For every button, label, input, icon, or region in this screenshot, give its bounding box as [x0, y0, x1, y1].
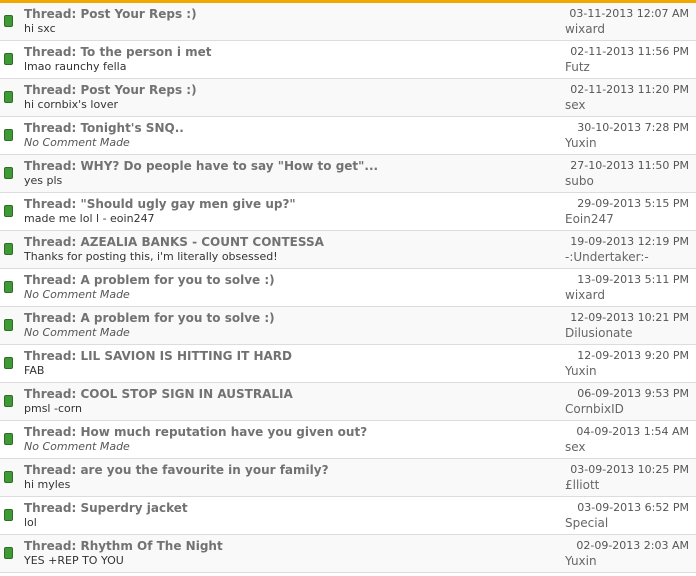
reputation-bullet-icon — [4, 167, 13, 179]
reputation-date: 13-09-2013 5:11 PM — [577, 273, 689, 286]
user-link[interactable]: sex — [565, 440, 586, 454]
reputation-bullet-icon — [4, 509, 13, 521]
reputation-date: 02-11-2013 11:20 PM — [570, 83, 689, 96]
reputation-comment: No Comment Made — [24, 326, 130, 339]
reputation-bullet-icon — [4, 471, 13, 483]
reputation-bullet-icon — [4, 357, 13, 369]
reputation-row: Thread: Post Your Reps :) hi sxc 03-11-2… — [0, 3, 696, 41]
reputation-row: Thread: are you the favourite in your fa… — [0, 459, 696, 497]
reputation-list: Thread: Post Your Reps :) hi sxc 03-11-2… — [0, 3, 696, 573]
user-link[interactable]: Yuxin — [565, 554, 597, 568]
user-link[interactable]: Yuxin — [565, 364, 597, 378]
user-link[interactable]: Special — [565, 516, 608, 530]
reputation-bullet-icon — [4, 395, 13, 407]
reputation-row: Thread: A problem for you to solve :) No… — [0, 307, 696, 345]
reputation-bullet-icon — [4, 319, 13, 331]
reputation-date: 03-09-2013 10:25 PM — [570, 463, 689, 476]
thread-link[interactable]: Thread: Tonight's SNQ.. — [24, 121, 184, 135]
thread-link[interactable]: Thread: LIL SAVION IS HITTING IT HARD — [24, 349, 292, 363]
reputation-bullet-icon — [4, 15, 13, 27]
thread-link[interactable]: Thread: WHY? Do people have to say "How … — [24, 159, 378, 173]
thread-link[interactable]: Thread: COOL STOP SIGN IN AUSTRALIA — [24, 387, 293, 401]
reputation-date: 12-09-2013 9:20 PM — [577, 349, 689, 362]
reputation-comment: made me lol l - eoin247 — [24, 212, 155, 225]
reputation-comment: yes pls — [24, 174, 63, 187]
reputation-date: 06-09-2013 9:53 PM — [577, 387, 689, 400]
reputation-comment: No Comment Made — [24, 440, 130, 453]
reputation-comment: lol — [24, 516, 37, 529]
reputation-date: 03-11-2013 12:07 AM — [569, 7, 689, 20]
reputation-date: 02-09-2013 2:03 AM — [576, 539, 689, 552]
reputation-comment: No Comment Made — [24, 136, 130, 149]
reputation-comment: hi sxc — [24, 22, 56, 35]
reputation-bullet-icon — [4, 547, 13, 559]
reputation-row: Thread: Post Your Reps :) hi cornbix's l… — [0, 79, 696, 117]
reputation-date: 03-09-2013 6:52 PM — [577, 501, 689, 514]
user-link[interactable]: -:Undertaker:- — [565, 250, 649, 264]
reputation-comment: YES +REP TO YOU — [24, 554, 124, 567]
reputation-date: 27-10-2013 11:50 PM — [570, 159, 689, 172]
reputation-row: Thread: COOL STOP SIGN IN AUSTRALIA pmsl… — [0, 383, 696, 421]
thread-link[interactable]: Thread: Post Your Reps :) — [24, 7, 197, 21]
user-link[interactable]: Yuxin — [565, 136, 597, 150]
user-link[interactable]: wixard — [565, 22, 605, 36]
thread-link[interactable]: Thread: "Should ugly gay men give up?" — [24, 197, 296, 211]
reputation-comment: FAB — [24, 364, 45, 377]
reputation-bullet-icon — [4, 91, 13, 103]
user-link[interactable]: Eoin247 — [565, 212, 614, 226]
thread-link[interactable]: Thread: Superdry jacket — [24, 501, 188, 515]
user-link[interactable]: Futz — [565, 60, 590, 74]
reputation-row: Thread: AZEALIA BANKS - COUNT CONTESSA T… — [0, 231, 696, 269]
reputation-row: Thread: Superdry jacket lol 03-09-2013 6… — [0, 497, 696, 535]
thread-link[interactable]: Thread: are you the favourite in your fa… — [24, 463, 329, 477]
thread-link[interactable]: Thread: A problem for you to solve :) — [24, 311, 275, 325]
user-link[interactable]: subo — [565, 174, 594, 188]
reputation-bullet-icon — [4, 433, 13, 445]
reputation-bullet-icon — [4, 243, 13, 255]
thread-link[interactable]: Thread: How much reputation have you giv… — [24, 425, 367, 439]
reputation-row: Thread: A problem for you to solve :) No… — [0, 269, 696, 307]
reputation-comment: hi myles — [24, 478, 71, 491]
thread-link[interactable]: Thread: Post Your Reps :) — [24, 83, 197, 97]
reputation-bullet-icon — [4, 205, 13, 217]
thread-link[interactable]: Thread: Rhythm Of The Night — [24, 539, 223, 553]
user-link[interactable]: sex — [565, 98, 586, 112]
reputation-row: Thread: Tonight's SNQ.. No Comment Made … — [0, 117, 696, 155]
reputation-date: 12-09-2013 10:21 PM — [570, 311, 689, 324]
reputation-comment: No Comment Made — [24, 288, 130, 301]
reputation-row: Thread: Rhythm Of The Night YES +REP TO … — [0, 535, 696, 573]
reputation-comment: hi cornbix's lover — [24, 98, 118, 111]
reputation-date: 02-11-2013 11:56 PM — [570, 45, 689, 58]
reputation-bullet-icon — [4, 53, 13, 65]
reputation-bullet-icon — [4, 281, 13, 293]
reputation-row: Thread: To the person i met lmao raunchy… — [0, 41, 696, 79]
reputation-row: Thread: LIL SAVION IS HITTING IT HARD FA… — [0, 345, 696, 383]
reputation-row: Thread: WHY? Do people have to say "How … — [0, 155, 696, 193]
user-link[interactable]: £lliott — [565, 478, 599, 492]
reputation-date: 04-09-2013 1:54 AM — [576, 425, 689, 438]
reputation-comment: pmsl -corn — [24, 402, 83, 415]
reputation-comment: lmao raunchy fella — [24, 60, 127, 73]
reputation-bullet-icon — [4, 129, 13, 141]
thread-link[interactable]: Thread: A problem for you to solve :) — [24, 273, 275, 287]
user-link[interactable]: wixard — [565, 288, 605, 302]
reputation-row: Thread: How much reputation have you giv… — [0, 421, 696, 459]
thread-link[interactable]: Thread: AZEALIA BANKS - COUNT CONTESSA — [24, 235, 324, 249]
reputation-row: Thread: "Should ugly gay men give up?" m… — [0, 193, 696, 231]
user-link[interactable]: Dilusionate — [565, 326, 633, 340]
reputation-date: 19-09-2013 12:19 PM — [570, 235, 689, 248]
thread-link[interactable]: Thread: To the person i met — [24, 45, 211, 59]
reputation-date: 29-09-2013 5:15 PM — [577, 197, 689, 210]
reputation-comment: Thanks for posting this, i'm literally o… — [24, 250, 278, 263]
reputation-date: 30-10-2013 7:28 PM — [577, 121, 689, 134]
user-link[interactable]: CornbixID — [565, 402, 624, 416]
